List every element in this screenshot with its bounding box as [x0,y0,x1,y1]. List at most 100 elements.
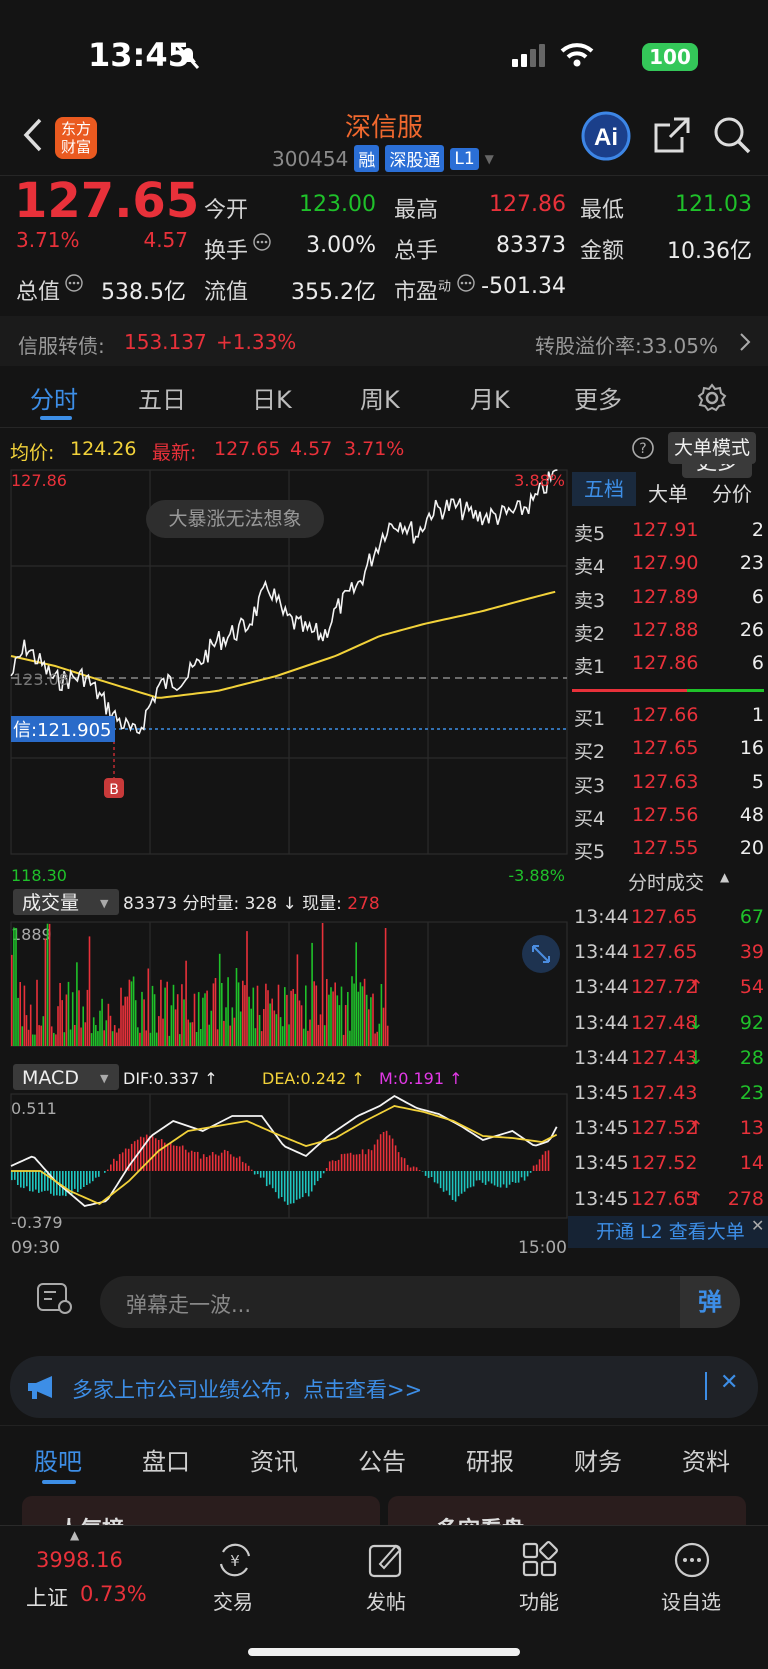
stock-code-line[interactable]: 300454 融 深股通 L1 ▼ [272,145,494,172]
volume-bar [118,1028,120,1046]
index-name[interactable]: 上证 [26,1582,68,1612]
volume-label: 总手 [394,239,439,264]
macd-bar [385,1130,388,1171]
tick-volume: 92 [739,1011,764,1034]
volume-bar [374,1033,376,1046]
volume-bar [315,985,318,1046]
macd-bar [523,1171,526,1181]
macd-bar [379,1134,382,1171]
volume-bar [275,1014,278,1046]
ask-row: 卖5 127.91 2 [568,515,764,545]
volume-bar [113,1025,116,1046]
tab-news[interactable]: 资讯 [250,1442,298,1477]
close-icon[interactable]: ✕ [751,1216,764,1235]
macd-bar [199,1158,202,1171]
close-icon[interactable]: ✕ [720,1370,738,1395]
more-dots-icon[interactable] [65,274,83,292]
volume-bar [84,1022,87,1046]
l2-upgrade-link[interactable]: 开通 L2 查看大单 [568,1216,768,1248]
tab-announcements[interactable]: 公告 [358,1442,406,1477]
ai-icon[interactable]: Ai [580,110,632,162]
level-volume: 6 [751,585,764,608]
index-value[interactable]: 3998.16 [36,1548,123,1572]
macd-bar [217,1155,220,1171]
bond-label: 信服转债: [18,334,105,358]
macd-bar [352,1154,355,1171]
macd-bar [406,1164,409,1171]
volume-bar [281,1026,284,1046]
volume-bar [48,923,51,1046]
macd-bar [541,1154,544,1171]
tick-row: 13:45 127.65 ↑ 278 [568,1184,764,1214]
volume-bar [365,994,368,1046]
tab-post[interactable]: 发帖 [341,1586,431,1615]
tab-price-dist[interactable]: 分价 [712,478,752,507]
send-danmu-button[interactable]: 弹 [680,1276,740,1328]
macd-bar [74,1171,76,1189]
volume-bar [193,993,196,1046]
macd-bar [475,1171,478,1181]
tick-title[interactable]: 分时成交 [628,868,704,895]
volume-bar [57,1006,59,1046]
danmu-settings-icon[interactable] [34,1278,74,1318]
volume-bar [235,968,238,1046]
add-watchlist-icon[interactable] [672,1540,712,1580]
stock-code: 300454 [272,146,349,171]
volume-bar [71,992,74,1046]
volume-bar [334,982,336,1046]
convertible-bond-row[interactable]: 信服转债: 153.137 +1.33% 转股溢价率:33.05% [0,316,768,366]
tab-watchlist[interactable]: 设自选 [646,1586,736,1615]
tick-arrow: ↑ [688,1117,704,1140]
volume-bar [86,989,89,1046]
tab-research[interactable]: 研报 [466,1442,514,1477]
tab-monthly-k[interactable]: 月K [470,380,510,415]
index-pct[interactable]: 0.73% [80,1582,147,1606]
volume-bar [237,982,240,1046]
volume-bar [139,1032,141,1046]
trade-icon[interactable]: ¥ [215,1540,255,1580]
volume-bar [137,1027,139,1046]
macd-bar [358,1154,361,1171]
more-dots-icon[interactable] [253,233,271,251]
level-volume: 48 [739,803,764,826]
tab-five-day[interactable]: 五日 [138,380,186,415]
tab-handicap[interactable]: 盘口 [142,1442,190,1477]
ask-row: 卖4 127.90 23 [568,548,764,578]
post-icon[interactable] [366,1540,406,1580]
volume-bar [351,976,353,1046]
volume-bar [32,1034,34,1046]
tick-time: 13:44 [574,1046,629,1069]
search-icon[interactable] [712,115,752,155]
tab-more[interactable]: 更多 [574,380,622,415]
gear-icon[interactable] [696,382,728,414]
tab-intraday[interactable]: 分时 [30,380,78,415]
notice-banner[interactable]: 多家上市公司业绩公布，点击查看>> ✕ [10,1356,758,1418]
bid-row: 买4 127.56 48 [568,800,764,830]
open-label: 今开 [204,198,249,223]
danmu-input[interactable]: 弹幕走一波... 弹 [100,1276,740,1328]
tab-big-orders[interactable]: 大单 [648,478,688,507]
tab-trade[interactable]: 交易 [188,1586,278,1615]
tab-finance[interactable]: 财务 [574,1442,622,1477]
level-volume: 2 [751,519,764,541]
macd-bar [283,1171,286,1202]
function-icon[interactable] [520,1540,560,1580]
macd-bar [211,1152,214,1171]
tag-connect: 深股通 [385,145,445,172]
tab-daily-k[interactable]: 日K [252,380,292,415]
help-icon[interactable]: ? [631,436,655,460]
volume-bar [82,1006,84,1046]
tab-function[interactable]: 功能 [494,1586,584,1615]
tab-five-levels[interactable]: 五档 [572,472,636,506]
share-icon[interactable] [652,115,692,155]
volume-bar [382,1007,385,1046]
chevron-down-icon: ▼ [100,897,109,910]
intraday-chart[interactable]: B 大暴涨无法想象 信:121.905 123.08 127.86 118.30… [0,466,568,1266]
open-value: 123.00 [299,192,376,217]
big-order-mode-button[interactable]: 大单模式 [668,432,756,464]
macd-bar [214,1154,217,1171]
tab-weekly-k[interactable]: 周K [360,380,400,415]
notice-divider [705,1372,707,1400]
tab-forum[interactable]: 股吧 [34,1442,82,1477]
tab-profile[interactable]: 资料 [682,1442,730,1477]
